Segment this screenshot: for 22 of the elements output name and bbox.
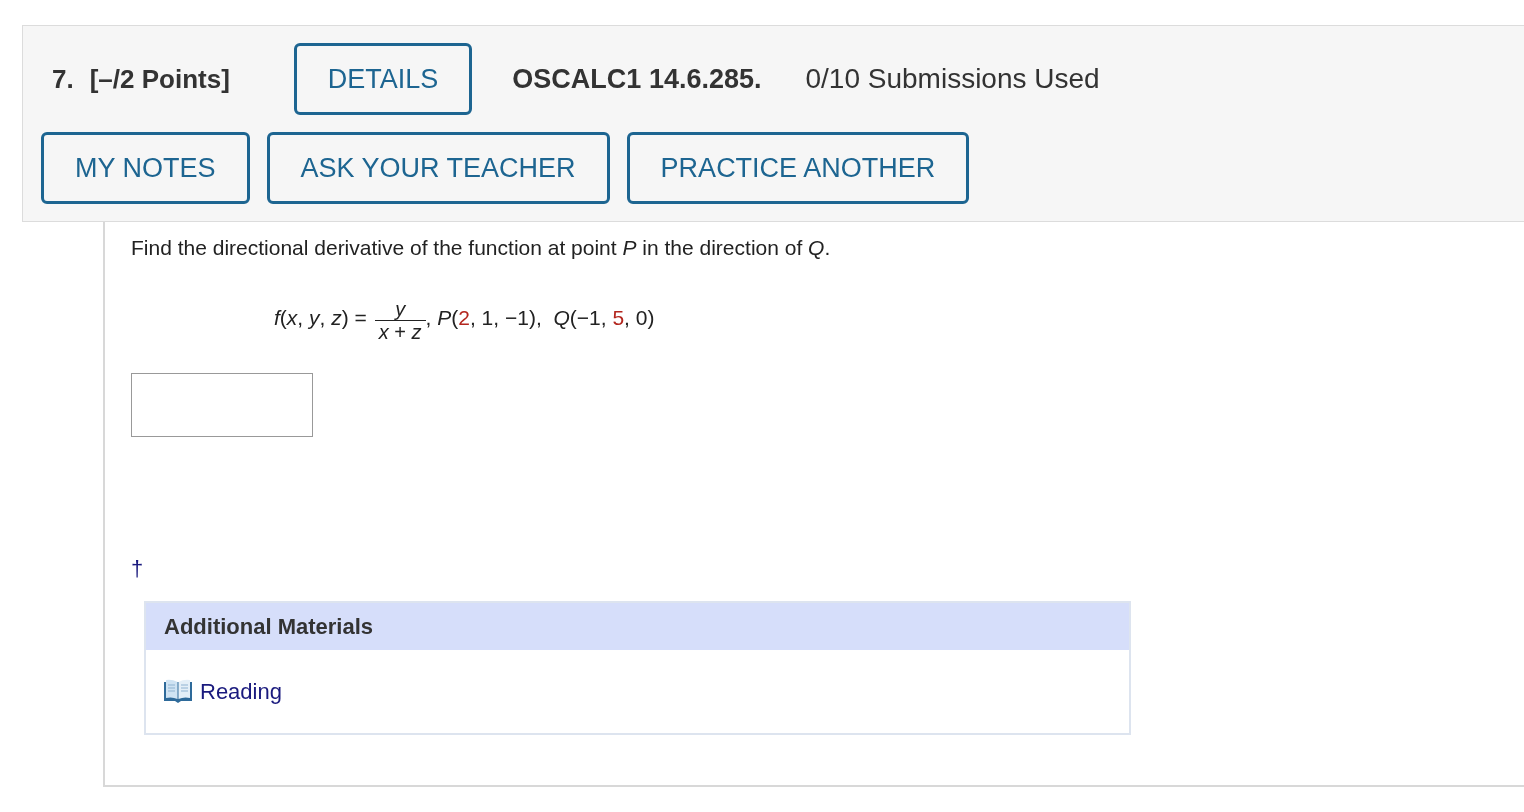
function-lhs: f(x, y, z) = bbox=[274, 305, 367, 331]
formula-text: , 0) bbox=[624, 305, 655, 331]
action-button[interactable]: MY NOTES bbox=[41, 132, 250, 204]
fraction-denominator: x + z bbox=[374, 320, 426, 344]
details-button[interactable]: DETAILS bbox=[293, 43, 473, 115]
action-button[interactable]: ASK YOUR TEACHER bbox=[266, 132, 610, 204]
fraction-numerator: y bbox=[393, 298, 407, 321]
reading-link[interactable]: Reading bbox=[200, 674, 282, 708]
question-code: OSCALC1 14.6.285. bbox=[512, 62, 762, 96]
panel-title: Additional Materials bbox=[164, 612, 374, 641]
formula-text: , P( bbox=[425, 305, 459, 331]
action-button[interactable]: PRACTICE ANOTHER bbox=[626, 132, 970, 204]
formula-text: 5 bbox=[612, 305, 625, 331]
formula-text: , 1, −1), Q(−1, bbox=[469, 305, 608, 331]
question-text: Find the directional derivative of the function at point P in the direction of Q. bbox=[131, 235, 831, 261]
points-label: [–/2 Points] bbox=[89, 62, 230, 96]
book-icon bbox=[164, 679, 192, 703]
submissions-count: 0/10 Submissions Used bbox=[805, 62, 1100, 96]
answer-field[interactable] bbox=[131, 372, 313, 437]
formula-text: 2 bbox=[458, 305, 470, 331]
footnote-mark: † bbox=[131, 556, 144, 581]
question-number: 7. bbox=[52, 62, 74, 96]
